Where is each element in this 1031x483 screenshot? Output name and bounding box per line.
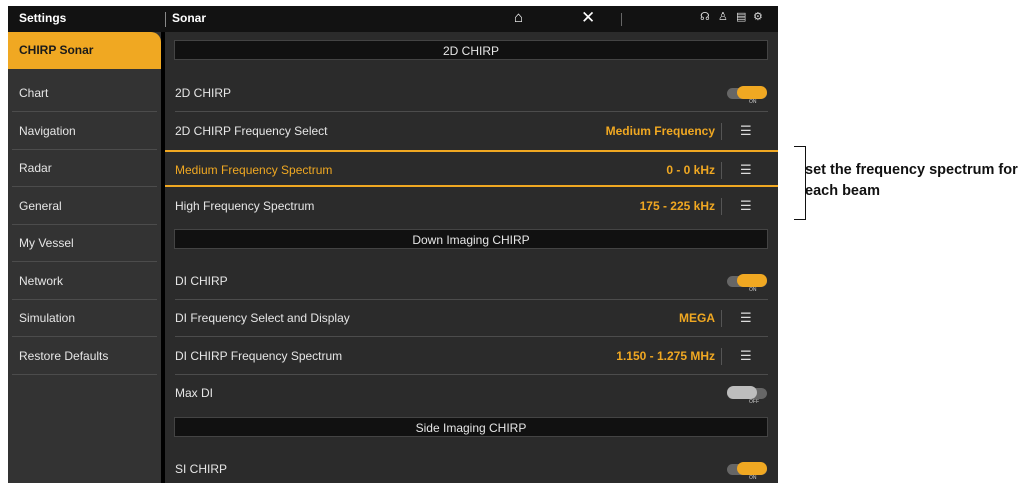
value-divider [721, 123, 722, 140]
menu-icon[interactable]: ☰ [740, 310, 752, 326]
gear-icon[interactable]: ⚙ [753, 10, 763, 23]
person-icon: ♙ [718, 11, 728, 23]
toggle-state: OFF [749, 399, 759, 405]
value-divider [721, 348, 722, 365]
sidebar-item-label: Restore Defaults [19, 349, 109, 363]
row-divider [175, 336, 768, 337]
setting-label: 2D CHIRP Frequency Select [175, 124, 328, 138]
status-divider [621, 13, 622, 26]
sidebar-divider [12, 186, 157, 187]
setting-row-di-chirp[interactable]: DI CHIRP ON [165, 263, 778, 300]
toggle-si-chirp[interactable]: ON [727, 462, 767, 481]
setting-row-frequency-select[interactable]: 2D CHIRP Frequency Select Medium Frequen… [165, 113, 778, 150]
setting-value: Medium Frequency [605, 124, 715, 138]
row-divider [175, 111, 768, 112]
setting-row-2d-chirp[interactable]: 2D CHIRP ON [165, 75, 778, 112]
setting-value: 0 - 0 kHz [666, 163, 715, 177]
sidebar-item-label: Chart [19, 86, 49, 100]
sidebar-item-navigation[interactable]: Navigation [8, 113, 161, 150]
toggle-max-di[interactable]: OFF [727, 386, 767, 405]
toggle-di-chirp[interactable]: ON [727, 274, 767, 293]
setting-label: DI CHIRP [175, 274, 228, 288]
sidebar-item-label: Radar [19, 161, 52, 175]
setting-label: 2D CHIRP [175, 86, 232, 100]
section-header-side-imaging-chirp: Side Imaging CHIRP [174, 417, 768, 437]
setting-label: DI CHIRP Frequency Spectrum [175, 349, 343, 363]
close-icon[interactable]: ✕ [581, 8, 595, 28]
toggle-state: ON [749, 99, 757, 105]
sidebar-item-label: My Vessel [19, 236, 74, 250]
settings-content: 2D CHIRP 2D CHIRP ON 2D CHIRP Frequency … [165, 32, 778, 483]
menu-icon[interactable]: ☰ [740, 162, 752, 178]
sidebar-item-label: General [19, 199, 62, 213]
sidebar-item-chirp-sonar[interactable]: CHIRP Sonar [8, 32, 161, 69]
toggle-2d-chirp[interactable]: ON [727, 86, 767, 105]
toggle-state: ON [749, 475, 757, 481]
toggle-state: ON [749, 287, 757, 293]
menu-icon[interactable]: ☰ [740, 198, 752, 214]
setting-row-max-di[interactable]: Max DI OFF [165, 375, 778, 412]
sidebar-divider [12, 336, 157, 337]
setting-value: 175 - 225 kHz [639, 199, 715, 213]
sidebar-item-label: Navigation [19, 124, 76, 138]
sidebar-item-radar[interactable]: Radar [8, 150, 161, 187]
menu-icon[interactable]: ☰ [740, 348, 752, 364]
sonar-title: Sonar [172, 11, 207, 25]
toggle-knob [737, 86, 767, 99]
title-divider [165, 12, 166, 27]
section-header-down-imaging-chirp: Down Imaging CHIRP [174, 229, 768, 249]
setting-row-medium-frequency-spectrum[interactable]: Medium Frequency Spectrum 0 - 0 kHz ☰ [165, 150, 778, 187]
sidebar-item-simulation[interactable]: Simulation [8, 300, 161, 337]
temperature-icon: ▤ [736, 11, 747, 23]
setting-label: High Frequency Spectrum [175, 199, 315, 213]
settings-title: Settings [19, 11, 67, 25]
sidebar-item-my-vessel[interactable]: My Vessel [8, 225, 161, 262]
setting-row-di-chirp-frequency-spectrum[interactable]: DI CHIRP Frequency Spectrum 1.150 - 1.27… [165, 338, 778, 375]
toggle-knob [737, 462, 767, 475]
setting-label: SI CHIRP [175, 462, 228, 476]
sidebar-item-label: Simulation [19, 311, 76, 325]
sidebar-item-chart[interactable]: Chart [8, 75, 161, 112]
setting-value: 1.150 - 1.275 MHz [616, 349, 715, 363]
setting-label: Max DI [175, 386, 214, 400]
sidebar-divider [12, 111, 157, 112]
section-header-2d-chirp: 2D CHIRP [174, 40, 768, 60]
settings-sidebar: CHIRP Sonar Chart Navigation Radar Gener… [8, 32, 161, 483]
sidebar-item-label: CHIRP Sonar [19, 43, 94, 57]
sidebar-item-general[interactable]: General [8, 188, 161, 225]
setting-row-si-chirp[interactable]: SI CHIRP ON [165, 451, 778, 483]
value-divider [721, 198, 722, 215]
setting-label: Medium Frequency Spectrum [175, 163, 333, 177]
setting-row-di-frequency-select[interactable]: DI Frequency Select and Display MEGA ☰ [165, 300, 778, 337]
sidebar-item-restore-defaults[interactable]: Restore Defaults [8, 338, 161, 375]
sidebar-divider [12, 374, 157, 375]
home-icon[interactable]: ⌂ [514, 9, 523, 26]
device-screen: Settings Sonar ⌂ ✕ ☊ ♙ ▤ ⚙ CHIRP Sonar C… [8, 6, 778, 483]
sidebar-divider [12, 261, 157, 262]
sidebar-item-network[interactable]: Network [8, 263, 161, 300]
title-bar: Settings Sonar ⌂ ✕ ☊ ♙ ▤ ⚙ [8, 6, 778, 32]
sidebar-item-label: Network [19, 274, 64, 288]
callout-text: set the frequency spectrum for each beam [805, 162, 1018, 199]
setting-value: MEGA [679, 311, 715, 325]
setting-label: DI Frequency Select and Display [175, 311, 350, 325]
toggle-knob [737, 274, 767, 287]
setting-row-high-frequency-spectrum[interactable]: High Frequency Spectrum 175 - 225 kHz ☰ [165, 188, 778, 225]
menu-icon[interactable]: ☰ [740, 123, 752, 139]
value-divider [721, 162, 722, 179]
toggle-knob [727, 386, 757, 399]
value-divider [721, 310, 722, 327]
gps-icon: ☊ [700, 11, 710, 23]
